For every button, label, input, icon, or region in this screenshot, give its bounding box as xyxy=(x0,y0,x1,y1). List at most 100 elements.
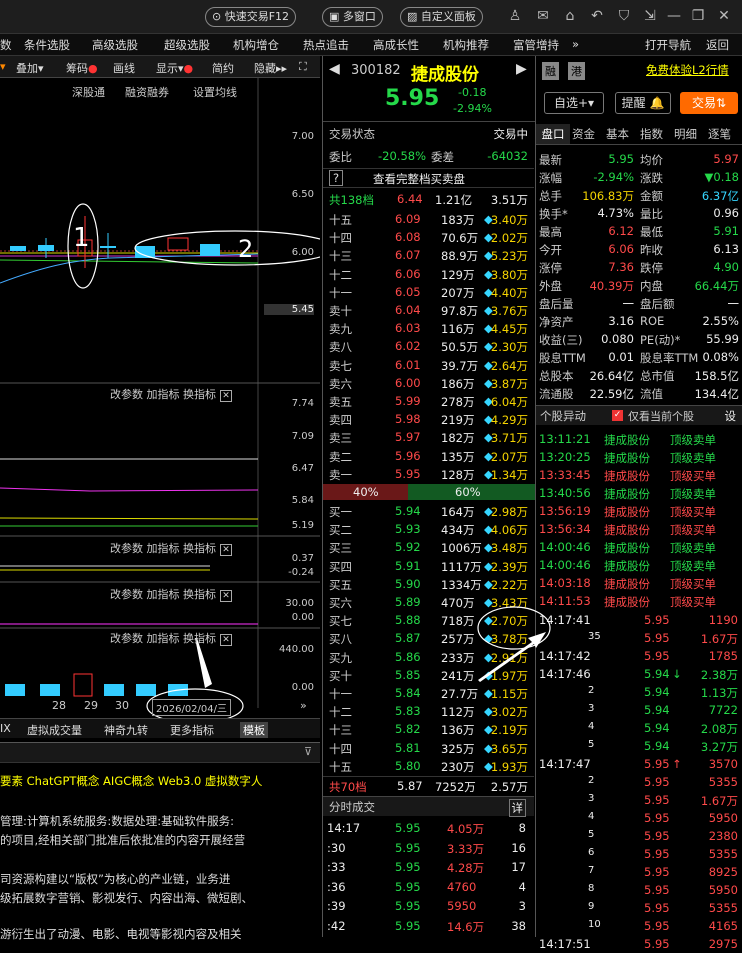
tab-funds[interactable]: 资金 xyxy=(572,124,595,144)
ask-row[interactable]: 卖八 6.02 50.5万 ◆ 2.30万 xyxy=(323,337,534,355)
bid-row[interactable]: 十一 5.84 27.7万 ◆ 1.15万 xyxy=(323,684,534,702)
indicator-tab[interactable]: 虚拟成交量 xyxy=(27,722,82,738)
ask-row[interactable]: 十一 6.05 207万 ◆ 4.40万 xyxy=(323,283,534,301)
indicator-tab[interactable]: 更多指标 xyxy=(170,722,214,738)
mail-icon[interactable]: ✉ xyxy=(535,8,551,24)
menu-item[interactable]: 打开导航 xyxy=(645,37,691,53)
sub-tab[interactable]: 设置均线 xyxy=(193,84,237,100)
menu-item[interactable]: 数 xyxy=(0,37,12,53)
ask-row[interactable]: 卖七 6.01 39.7万 ◆ 2.64万 xyxy=(323,356,534,374)
sub-tab[interactable]: 融资融券 xyxy=(125,84,169,100)
add-indicator-button[interactable]: 加指标 xyxy=(147,588,180,601)
ask-row[interactable]: 卖二 5.96 135万 ◆ 2.07万 xyxy=(323,447,534,465)
display-button[interactable]: 显示▾● xyxy=(156,60,193,76)
bid-row[interactable]: 买五 5.90 1334万 ◆ 2.22万 xyxy=(323,575,534,593)
bid-row[interactable]: 买三 5.92 1006万 ◆ 3.48万 xyxy=(323,538,534,556)
indicator-tab[interactable]: 神奇九转 xyxy=(104,722,148,738)
switch-indicator-button[interactable]: 换指标 xyxy=(183,588,216,601)
next-stock-icon[interactable]: ▶ xyxy=(516,61,527,77)
tab-index[interactable]: 指数 xyxy=(640,124,663,144)
home-icon[interactable]: ⌂ xyxy=(562,8,578,24)
ask-row[interactable]: 卖五 5.99 278万 ◆ 6.04万 xyxy=(323,392,534,410)
sub-tab[interactable]: 深股通 xyxy=(72,84,105,100)
bid-row[interactable]: 买二 5.93 434万 ◆ 4.06万 xyxy=(323,520,534,538)
settings-button[interactable]: 设 xyxy=(725,408,737,424)
dropdown-icon[interactable]: ▾ xyxy=(0,60,6,73)
menu-item[interactable]: 机构增仓 xyxy=(233,37,279,53)
multi-window-button[interactable]: ▣ 多窗口 xyxy=(322,7,383,27)
ask-row[interactable]: 十二 6.06 129万 ◆ 3.80万 xyxy=(323,265,534,283)
switch-indicator-button[interactable]: 换指标 xyxy=(183,542,216,555)
bid-row[interactable]: 买四 5.91 1117万 ◆ 2.39万 xyxy=(323,557,534,575)
menu-item[interactable]: 热点追击 xyxy=(303,37,349,53)
movement-row[interactable]: 13:20:25 捷成股份 顶级卖单 xyxy=(536,448,742,466)
trade-button[interactable]: 交易⇅ xyxy=(680,92,738,114)
chips-button[interactable]: 筹码● xyxy=(66,60,98,76)
checkbox-icon[interactable]: ✓ xyxy=(612,410,623,421)
movement-row[interactable]: 13:56:34 捷成股份 顶级买单 xyxy=(536,520,742,538)
ask-row[interactable]: 卖六 6.00 186万 ◆ 3.87万 xyxy=(323,374,534,392)
overlay-button[interactable]: 叠加▾ xyxy=(16,60,44,76)
menu-item[interactable]: 返回 xyxy=(706,37,729,53)
menu-item[interactable]: 高成长性 xyxy=(373,37,419,53)
exit-icon[interactable]: ⇲ xyxy=(642,8,658,24)
params-button[interactable]: 改参数 xyxy=(110,542,143,555)
ask-row[interactable]: 卖十 6.04 97.8万 ◆ 3.76万 xyxy=(323,301,534,319)
view-full-book-row[interactable]: ? 查看完整档买卖盘 xyxy=(323,168,534,188)
hide-button[interactable]: 隐藏▸▸ xyxy=(254,60,287,76)
ask-row[interactable]: 卖九 6.03 116万 ◆ 4.45万 xyxy=(323,319,534,337)
custom-panel-button[interactable]: ▨ 自定义面板 xyxy=(400,7,483,27)
switch-indicator-button[interactable]: 换指标 xyxy=(183,632,216,645)
bid-row[interactable]: 十四 5.81 325万 ◆ 3.65万 xyxy=(323,739,534,757)
params-button[interactable]: 改参数 xyxy=(110,388,143,401)
movement-row[interactable]: 13:40:56 捷成股份 顶级卖单 xyxy=(536,484,742,502)
switch-indicator-button[interactable]: 换指标 xyxy=(183,388,216,401)
watchlist-button[interactable]: 自选+▾ xyxy=(544,92,604,114)
back-icon[interactable]: ↶ xyxy=(589,8,605,24)
close-icon[interactable]: ✕ xyxy=(716,8,732,24)
ask-row[interactable]: 十五 6.09 183万 ◆ 3.40万 xyxy=(323,210,534,228)
movement-row[interactable]: 13:56:19 捷成股份 顶级买单 xyxy=(536,502,742,520)
simple-button[interactable]: 简约 xyxy=(212,60,234,76)
menu-item[interactable]: 高级选股 xyxy=(92,37,138,53)
user-icon[interactable]: ♙ xyxy=(507,8,523,24)
close-icon[interactable]: ✕ xyxy=(220,634,232,646)
bid-row[interactable]: 十三 5.82 136万 ◆ 2.19万 xyxy=(323,720,534,738)
fullscreen-icon[interactable]: ⛶ xyxy=(299,60,307,74)
movement-row[interactable]: 14:11:53 捷成股份 顶级买单 xyxy=(536,592,742,610)
tab-detail[interactable]: 明细 xyxy=(674,124,697,144)
movement-row[interactable]: 14:03:18 捷成股份 顶级买单 xyxy=(536,574,742,592)
ask-row[interactable]: 十三 6.07 88.9万 ◆ 5.23万 xyxy=(323,246,534,264)
params-button[interactable]: 改参数 xyxy=(110,588,143,601)
params-button[interactable]: 改参数 xyxy=(110,632,143,645)
tab-basic[interactable]: 基本 xyxy=(606,124,629,144)
add-indicator-button[interactable]: 加指标 xyxy=(147,388,180,401)
tab-tick[interactable]: 逐笔 xyxy=(708,124,731,144)
shirt-icon[interactable]: ⛉ xyxy=(616,8,632,24)
collapse-icon[interactable]: ⊽ xyxy=(304,745,312,758)
kline-chart[interactable]: 深股通 融资融券 设置均线 1 2 7.00 6.50 6.00 5.45 改参… xyxy=(0,78,320,768)
add-indicator-button[interactable]: 加指标 xyxy=(147,632,180,645)
bid-row[interactable]: 买一 5.94 164万 ◆ 2.98万 xyxy=(323,502,534,520)
menu-item[interactable]: 条件选股 xyxy=(24,37,70,53)
close-icon[interactable]: ✕ xyxy=(220,590,232,602)
add-indicator-button[interactable]: 加指标 xyxy=(147,542,180,555)
tab-handicap[interactable]: 盘口 xyxy=(536,124,570,144)
ask-row[interactable]: 卖四 5.98 219万 ◆ 4.29万 xyxy=(323,410,534,428)
draw-line-button[interactable]: 画线 xyxy=(113,60,135,76)
menu-item[interactable]: 富管增持 xyxy=(513,37,559,53)
close-icon[interactable]: ✕ xyxy=(220,390,232,402)
scroll-right-icon[interactable]: » xyxy=(300,699,307,712)
bid-row[interactable]: 十二 5.83 112万 ◆ 3.02万 xyxy=(323,702,534,720)
restore-icon[interactable]: ❐ xyxy=(690,8,706,24)
indicator-tab[interactable]: IX xyxy=(0,722,11,735)
prev-stock-icon[interactable]: ◀ xyxy=(329,61,340,77)
menu-item[interactable]: 机构推荐 xyxy=(443,37,489,53)
l2-trial-link[interactable]: 免费体验L2行情 xyxy=(646,62,729,78)
close-icon[interactable]: ✕ xyxy=(220,544,232,556)
alert-button[interactable]: 提醒 🔔 xyxy=(615,92,671,114)
detail-button[interactable]: 详 xyxy=(508,799,526,817)
movement-row[interactable]: 13:33:45 捷成股份 顶级买单 xyxy=(536,466,742,484)
movement-row[interactable]: 14:00:46 捷成股份 顶级卖单 xyxy=(536,538,742,556)
ask-row[interactable]: 卖一 5.95 128万 ◆ 1.34万 xyxy=(323,465,534,483)
